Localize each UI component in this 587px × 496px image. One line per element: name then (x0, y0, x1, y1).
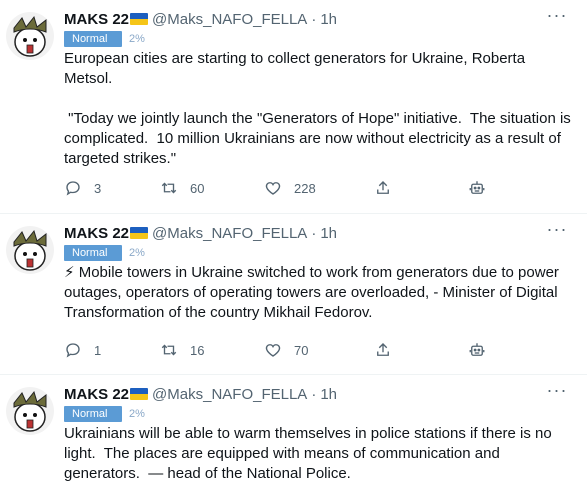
avatar[interactable] (6, 387, 54, 435)
reply-icon (66, 343, 80, 358)
reply-count: 3 (94, 180, 102, 196)
more-icon[interactable]: ··· (545, 220, 569, 243)
classification-badges: Normal 2% (64, 406, 575, 422)
heart-icon (265, 182, 281, 195)
ukraine-flag-icon (130, 13, 149, 25)
classification-badges: Normal 2% (64, 245, 575, 261)
reply-count: 1 (94, 342, 102, 358)
like-button[interactable]: 228 (264, 179, 316, 197)
user-handle[interactable]: @Maks_NAFO_FELLA (152, 386, 307, 403)
tweet-text: Ukrainians will be able to warm themselv… (64, 425, 556, 482)
display-name[interactable]: MAKS 22 (64, 11, 129, 28)
tweet-actions: 1 16 70 (64, 340, 517, 360)
more-icon[interactable]: ··· (545, 381, 569, 404)
retweet-icon (161, 344, 177, 356)
ukraine-flag-icon (130, 388, 149, 400)
separator-dot: · (311, 10, 317, 28)
timestamp[interactable]: 1h (320, 386, 337, 403)
percent-label: 2% (129, 33, 145, 45)
share-icon (377, 343, 389, 356)
avatar[interactable] (6, 226, 54, 274)
share-icon (377, 181, 389, 194)
reply-button[interactable]: 1 (64, 341, 101, 359)
tweet-header: MAKS 22 @Maks_NAFO_FELLA · 1h (64, 384, 575, 404)
like-button[interactable]: 70 (264, 341, 308, 359)
tweet-text: ⚡ Mobile towers in Ukraine switched to w… (64, 264, 564, 321)
retweet-button[interactable]: 16 (160, 341, 204, 359)
more-icon[interactable]: ··· (545, 6, 569, 29)
robot-icon (469, 181, 485, 194)
reply-icon (66, 181, 80, 196)
tweet[interactable]: MAKS 22 @Maks_NAFO_FELLA · 1h ··· Normal… (0, 0, 587, 214)
ukraine-flag-icon (130, 227, 149, 239)
heart-icon (265, 344, 281, 357)
share-button[interactable] (374, 179, 392, 197)
percent-label: 2% (129, 408, 145, 420)
tweet-actions: 3 60 228 (64, 178, 517, 198)
display-name[interactable]: MAKS 22 (64, 225, 129, 242)
share-button[interactable] (374, 341, 392, 359)
display-name[interactable]: MAKS 22 (64, 386, 129, 403)
timestamp[interactable]: 1h (320, 11, 337, 28)
separator-dot: · (311, 224, 317, 242)
like-count: 70 (294, 342, 309, 358)
tweet-header: MAKS 22 @Maks_NAFO_FELLA · 1h (64, 223, 575, 243)
user-handle[interactable]: @Maks_NAFO_FELLA (152, 225, 307, 242)
classification-badges: Normal 2% (64, 31, 575, 47)
reply-button[interactable]: 3 (64, 179, 101, 197)
tweet[interactable]: MAKS 22 @Maks_NAFO_FELLA · 1h ··· Normal… (0, 214, 587, 375)
tweet-header: MAKS 22 @Maks_NAFO_FELLA · 1h (64, 9, 575, 29)
normal-badge: Normal (64, 406, 122, 422)
avatar[interactable] (6, 12, 54, 60)
robot-icon (469, 343, 485, 356)
tweet-feed: MAKS 22 @Maks_NAFO_FELLA · 1h ··· Normal… (0, 0, 587, 496)
user-handle[interactable]: @Maks_NAFO_FELLA (152, 11, 307, 28)
tweet-text: European cities are starting to collect … (64, 50, 571, 167)
normal-badge: Normal (64, 31, 122, 47)
retweet-icon (161, 182, 177, 194)
tweet[interactable]: MAKS 22 @Maks_NAFO_FELLA · 1h ··· Normal… (0, 375, 587, 496)
retweet-count: 60 (190, 180, 205, 196)
bot-check-button[interactable] (468, 341, 486, 359)
retweet-count: 16 (190, 342, 205, 358)
bot-check-button[interactable] (468, 179, 486, 197)
retweet-button[interactable]: 60 (160, 179, 204, 197)
normal-badge: Normal (64, 245, 122, 261)
percent-label: 2% (129, 247, 145, 259)
timestamp[interactable]: 1h (320, 225, 337, 242)
like-count: 228 (294, 180, 316, 196)
separator-dot: · (311, 385, 317, 403)
